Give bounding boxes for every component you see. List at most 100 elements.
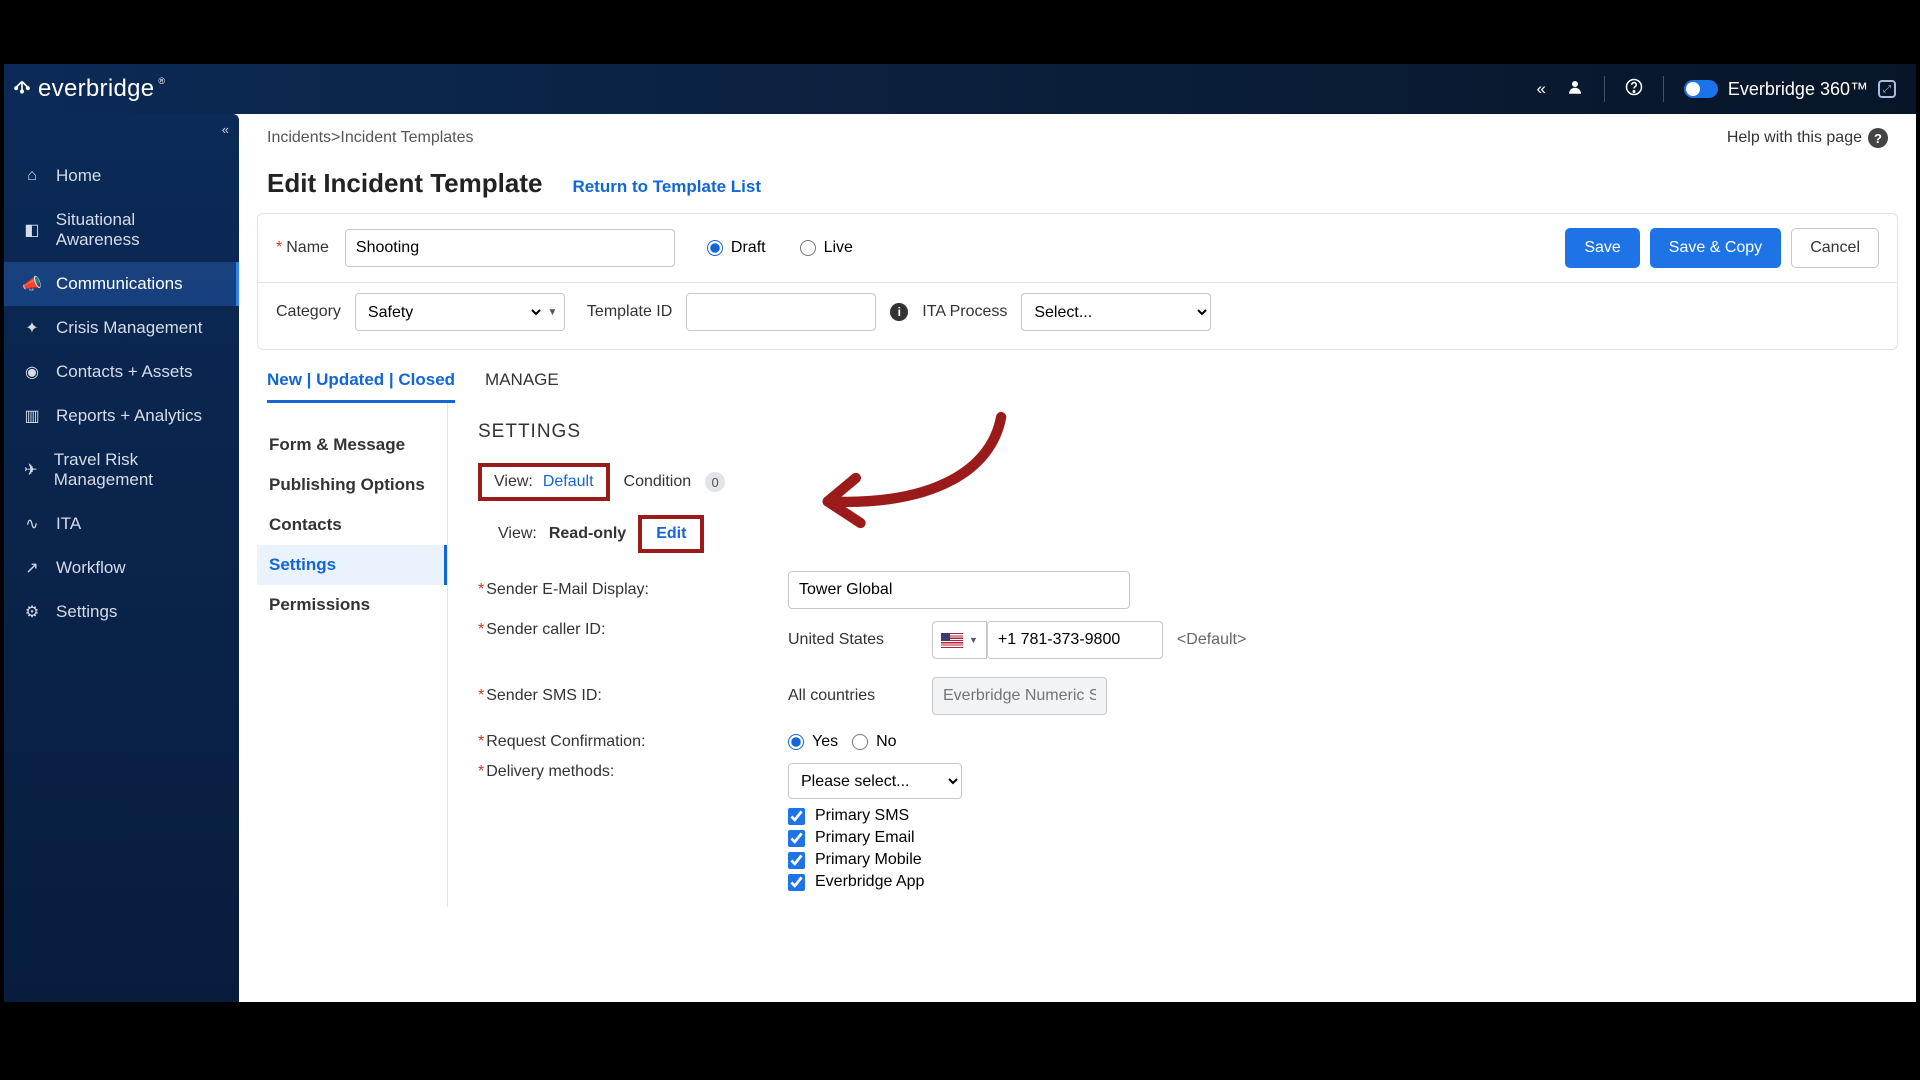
sidebar-collapse-icon[interactable]: « xyxy=(222,122,229,137)
help-with-page[interactable]: Help with this page ? xyxy=(1727,128,1888,148)
sender-email-display-input[interactable] xyxy=(788,571,1130,609)
nav-label: Reports + Analytics xyxy=(56,406,202,426)
collapse-panels-icon[interactable]: « xyxy=(1536,79,1545,99)
return-to-list-link[interactable]: Return to Template List xyxy=(572,177,761,197)
confirm-yes-label: Yes xyxy=(812,733,838,751)
name-input[interactable] xyxy=(345,229,675,267)
subnav-permissions[interactable]: Permissions xyxy=(257,585,447,625)
breadcrumb-sep: > xyxy=(331,129,340,147)
plane-icon: ✈ xyxy=(22,460,40,480)
request-confirmation-label: Request Confirmation: xyxy=(486,733,645,750)
confirm-no-radio[interactable] xyxy=(852,734,868,750)
caller-phone-input[interactable] xyxy=(987,621,1163,659)
template-id-label: Template ID xyxy=(587,303,672,321)
status-live-radio[interactable] xyxy=(800,240,816,256)
edit-link[interactable]: Edit xyxy=(656,525,686,543)
view-default-link[interactable]: Default xyxy=(543,473,594,491)
nav-label: Communications xyxy=(56,274,183,294)
home-icon: ⌂ xyxy=(22,166,42,186)
country-flag-select[interactable]: ▼ xyxy=(932,621,987,659)
nav-label: Travel Risk Management xyxy=(54,450,221,490)
save-copy-button[interactable]: Save & Copy xyxy=(1650,228,1781,268)
sidebar-item-communications[interactable]: 📣 Communications xyxy=(4,262,239,306)
delivery-method-label: Everbridge App xyxy=(815,873,924,891)
bullhorn-icon: 📣 xyxy=(22,274,42,294)
delivery-methods-label: Delivery methods: xyxy=(486,763,614,780)
confirm-no-label: No xyxy=(876,733,896,751)
subnav-settings[interactable]: Settings xyxy=(257,545,447,585)
sidebar-item-workflow[interactable]: ↗Workflow xyxy=(4,546,239,590)
brand-logo: everbridge® xyxy=(12,75,167,103)
sender-sms-id-input[interactable] xyxy=(932,677,1107,715)
sidebar-item-crisis-management[interactable]: ✦Crisis Management xyxy=(4,306,239,350)
delivery-checkbox[interactable] xyxy=(788,808,805,825)
sidebar-item-contacts-assets[interactable]: ◉ Contacts + Assets xyxy=(4,350,239,394)
nav-label: Settings xyxy=(56,602,117,622)
category-dropdown-icon[interactable]: ▼ xyxy=(541,293,565,331)
sidebar: « ⌂ Home ◧ Situational Awareness 📣 Communicat… xyxy=(4,114,239,1002)
sa-icon: ◧ xyxy=(22,220,42,240)
contacts-icon: ◉ xyxy=(22,362,42,382)
category-select[interactable]: Safety xyxy=(355,293,545,331)
save-button[interactable]: Save xyxy=(1565,228,1639,268)
confirm-yes-radio[interactable] xyxy=(788,734,804,750)
nav-label: Workflow xyxy=(56,558,126,578)
delivery-method-label: Primary SMS xyxy=(815,807,909,825)
edit-highlight: Edit xyxy=(638,515,704,553)
breadcrumb-root[interactable]: Incidents xyxy=(267,129,331,147)
subnav-publishing-options[interactable]: Publishing Options xyxy=(257,465,447,505)
topbar: everbridge® « Everbridge 360™ ⤢ xyxy=(4,64,1916,114)
delivery-method-primary-email: Primary Email xyxy=(788,829,962,847)
sidebar-item-ita[interactable]: ∿ ITA xyxy=(4,502,239,546)
brand-name: everbridge xyxy=(38,75,154,103)
ita-icon: ∿ xyxy=(22,514,42,534)
status-draft-label: Draft xyxy=(731,239,766,257)
status-live-label: Live xyxy=(824,239,853,257)
tab-new-updated-closed[interactable]: New | Updated | Closed xyxy=(267,370,455,403)
ita-process-label: ITA Process xyxy=(922,303,1007,321)
everbridge-360-toggle[interactable]: Everbridge 360™ ⤢ xyxy=(1684,79,1896,100)
delivery-checkbox[interactable] xyxy=(788,874,805,891)
ita-info-icon[interactable]: i xyxy=(890,303,908,321)
category-label: Category xyxy=(276,303,341,321)
sidebar-item-situational-awareness[interactable]: ◧ Situational Awareness xyxy=(4,198,239,262)
us-flag-icon xyxy=(941,633,963,648)
status-draft-radio[interactable] xyxy=(707,240,723,256)
caret-down-icon: ▼ xyxy=(969,635,978,645)
delivery-checkbox[interactable] xyxy=(788,852,805,869)
help-icon[interactable] xyxy=(1625,78,1643,101)
breadcrumb: Incidents > Incident Templates Help with… xyxy=(239,114,1916,148)
delivery-method-primary-sms: Primary SMS xyxy=(788,807,962,825)
sender-sms-id-label: Sender SMS ID: xyxy=(486,687,602,704)
name-label: Name xyxy=(286,239,329,256)
breadcrumb-current: Incident Templates xyxy=(340,129,473,147)
sidebar-item-settings[interactable]: ⚙ Settings xyxy=(4,590,239,634)
ita-process-select[interactable]: Select... xyxy=(1021,293,1211,331)
subnav-contacts[interactable]: Contacts xyxy=(257,505,447,545)
nav-label: Home xyxy=(56,166,101,186)
template-id-input[interactable] xyxy=(686,293,876,331)
help-question-icon: ? xyxy=(1868,128,1888,148)
sidebar-item-travel-risk-management[interactable]: ✈ Travel Risk Management xyxy=(4,438,239,502)
delivery-checkbox[interactable] xyxy=(788,830,805,847)
settings-heading: SETTINGS xyxy=(478,421,1886,443)
nav-label: Contacts + Assets xyxy=(56,362,193,382)
nav-label: Crisis Management xyxy=(56,318,202,338)
condition-label: Condition xyxy=(624,473,692,491)
expand-icon[interactable]: ⤢ xyxy=(1878,80,1896,98)
user-icon[interactable] xyxy=(1566,78,1584,101)
chart-icon: ▥ xyxy=(22,406,42,426)
gear-icon: ⚙ xyxy=(22,602,42,622)
subnav-form-message[interactable]: Form & Message xyxy=(257,425,447,465)
tab-manage[interactable]: MANAGE xyxy=(485,370,559,403)
nav-label: Situational Awareness xyxy=(56,210,221,250)
delivery-method-primary-mobile: Primary Mobile xyxy=(788,851,962,869)
page-title: Edit Incident Template xyxy=(267,168,542,199)
delivery-methods-select[interactable]: Please select... xyxy=(788,763,962,799)
nav-label: ITA xyxy=(56,514,81,534)
view-label: View: xyxy=(494,473,533,491)
sidebar-item-reports-analytics[interactable]: ▥ Reports + Analytics xyxy=(4,394,239,438)
cancel-button[interactable]: Cancel xyxy=(1791,228,1879,268)
tabs: New | Updated | Closed MANAGE xyxy=(239,350,1916,403)
sidebar-item-home[interactable]: ⌂ Home xyxy=(4,154,239,198)
